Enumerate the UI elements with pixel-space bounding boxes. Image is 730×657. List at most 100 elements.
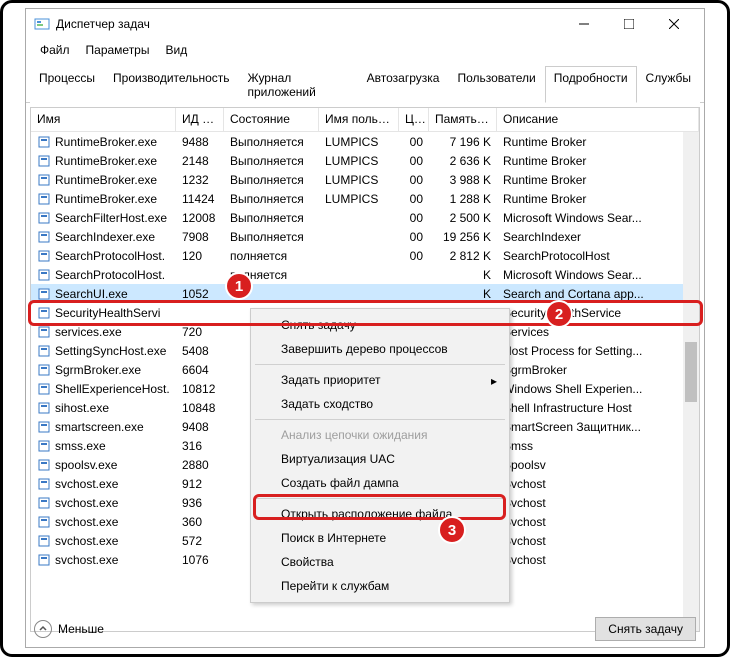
- tab-services[interactable]: Службы: [637, 66, 700, 103]
- process-desc: Svchost: [497, 514, 699, 530]
- context-item: Анализ цепочки ожидания: [253, 423, 507, 447]
- col-user[interactable]: Имя польз...: [319, 108, 399, 131]
- footer: Меньше Снять задачу: [34, 617, 696, 641]
- col-name[interactable]: Имя: [31, 108, 176, 131]
- process-desc: Runtime Broker: [497, 172, 699, 188]
- process-user: [319, 293, 399, 295]
- process-status: Выполняется: [224, 172, 319, 188]
- context-item[interactable]: Перейти к службам: [253, 574, 507, 598]
- process-cpu: [399, 274, 429, 276]
- context-item[interactable]: Снять задачу: [253, 313, 507, 337]
- table-header: Имя ИД п... Состояние Имя польз... ЦП Па…: [31, 108, 699, 132]
- fewer-toggle[interactable]: Меньше: [34, 620, 104, 638]
- process-icon: [37, 515, 51, 529]
- process-pid: 316: [176, 438, 224, 454]
- process-mem: 1 288 K: [429, 191, 497, 207]
- process-desc: Shell Infrastructure Host: [497, 400, 699, 416]
- table-row[interactable]: SearchProtocolHost.120полняется002 812 K…: [31, 246, 699, 265]
- process-user: LUMPICS: [319, 153, 399, 169]
- col-mem[interactable]: Память (ч...: [429, 108, 497, 131]
- process-icon: [37, 496, 51, 510]
- process-name: spoolsv.exe: [55, 458, 117, 472]
- process-cpu: 00: [399, 229, 429, 245]
- process-desc: Runtime Broker: [497, 191, 699, 207]
- table-row[interactable]: SearchProtocolHost.полняетсяKMicrosoft W…: [31, 265, 699, 284]
- process-status: Выполняется: [224, 210, 319, 226]
- process-pid: 120: [176, 248, 224, 264]
- process-icon: [37, 420, 51, 434]
- context-item[interactable]: Поиск в Интернете: [253, 526, 507, 550]
- process-name: SearchProtocolHost.: [55, 268, 165, 282]
- process-name: SearchProtocolHost.: [55, 249, 165, 263]
- col-status[interactable]: Состояние: [224, 108, 319, 131]
- context-item[interactable]: Задать приоритет▸: [253, 368, 507, 392]
- scrollbar-thumb[interactable]: [685, 342, 697, 402]
- tab-performance[interactable]: Производительность: [104, 66, 238, 103]
- context-item[interactable]: Виртуализация UAC: [253, 447, 507, 471]
- process-name: RuntimeBroker.exe: [55, 154, 157, 168]
- process-pid: 7908: [176, 229, 224, 245]
- col-desc[interactable]: Описание: [497, 108, 699, 131]
- process-name: ShellExperienceHost.: [55, 382, 170, 396]
- process-mem: 2 812 K: [429, 248, 497, 264]
- process-icon: [37, 192, 51, 206]
- context-item[interactable]: Задать сходство: [253, 392, 507, 416]
- process-icon: [37, 344, 51, 358]
- chevron-up-icon: [34, 620, 52, 638]
- process-pid: 360: [176, 514, 224, 530]
- tab-details[interactable]: Подробности: [545, 66, 637, 103]
- process-icon: [37, 287, 51, 301]
- window-title: Диспетчер задач: [56, 17, 561, 31]
- menu-view[interactable]: Вид: [159, 41, 193, 59]
- process-icon: [37, 154, 51, 168]
- table-row[interactable]: RuntimeBroker.exe11424ВыполняетсяLUMPICS…: [31, 189, 699, 208]
- process-name: SearchFilterHost.exe: [55, 211, 167, 225]
- process-icon: [37, 534, 51, 548]
- process-mem: 2 636 K: [429, 153, 497, 169]
- table-row[interactable]: RuntimeBroker.exe2148ВыполняетсяLUMPICS0…: [31, 151, 699, 170]
- tab-app-history[interactable]: Журнал приложений: [239, 66, 358, 103]
- table-row[interactable]: SearchFilterHost.exe12008Выполняется002 …: [31, 208, 699, 227]
- minimize-button[interactable]: [561, 10, 606, 38]
- table-row[interactable]: SearchUI.exe1052KSearch and Cortana app.…: [31, 284, 699, 303]
- process-user: LUMPICS: [319, 191, 399, 207]
- context-separator: [255, 364, 505, 365]
- maximize-button[interactable]: [606, 10, 651, 38]
- table-row[interactable]: RuntimeBroker.exe9488ВыполняетсяLUMPICS0…: [31, 132, 699, 151]
- process-cpu: 00: [399, 210, 429, 226]
- col-cpu[interactable]: ЦП: [399, 108, 429, 131]
- process-desc: Search and Cortana app...: [497, 286, 699, 302]
- close-button[interactable]: [651, 10, 696, 38]
- process-name: SecurityHealthServi: [55, 306, 160, 320]
- process-icon: [37, 173, 51, 187]
- process-icon: [37, 268, 51, 282]
- chevron-right-icon: ▸: [491, 374, 497, 388]
- menu-file[interactable]: Файл: [34, 41, 76, 59]
- end-task-button[interactable]: Снять задачу: [595, 617, 696, 641]
- context-item[interactable]: Создать файл дампа: [253, 471, 507, 495]
- tabs: Процессы Производительность Журнал прило…: [26, 65, 704, 103]
- process-name: SearchIndexer.exe: [55, 230, 155, 244]
- process-status: Выполняется: [224, 134, 319, 150]
- tab-users[interactable]: Пользователи: [448, 66, 544, 103]
- process-mem: 7 196 K: [429, 134, 497, 150]
- menu-options[interactable]: Параметры: [80, 41, 156, 59]
- process-name: sihost.exe: [55, 401, 109, 415]
- context-item[interactable]: Свойства: [253, 550, 507, 574]
- table-row[interactable]: SearchIndexer.exe7908Выполняется0019 256…: [31, 227, 699, 246]
- col-pid[interactable]: ИД п...: [176, 108, 224, 131]
- process-pid: 1052: [176, 286, 224, 302]
- process-pid: 2880: [176, 457, 224, 473]
- process-mem: K: [429, 286, 497, 302]
- badge-2: 2: [545, 300, 573, 328]
- process-pid: 572: [176, 533, 224, 549]
- context-item[interactable]: Завершить дерево процессов: [253, 337, 507, 361]
- table-row[interactable]: RuntimeBroker.exe1232ВыполняетсяLUMPICS0…: [31, 170, 699, 189]
- tab-processes[interactable]: Процессы: [30, 66, 104, 103]
- process-desc: Svchost: [497, 533, 699, 549]
- context-item[interactable]: Открыть расположение файла: [253, 502, 507, 526]
- scrollbar[interactable]: [683, 132, 699, 631]
- process-desc: Microsoft Windows Sear...: [497, 267, 699, 283]
- tab-startup[interactable]: Автозагрузка: [358, 66, 449, 103]
- process-icon: [37, 458, 51, 472]
